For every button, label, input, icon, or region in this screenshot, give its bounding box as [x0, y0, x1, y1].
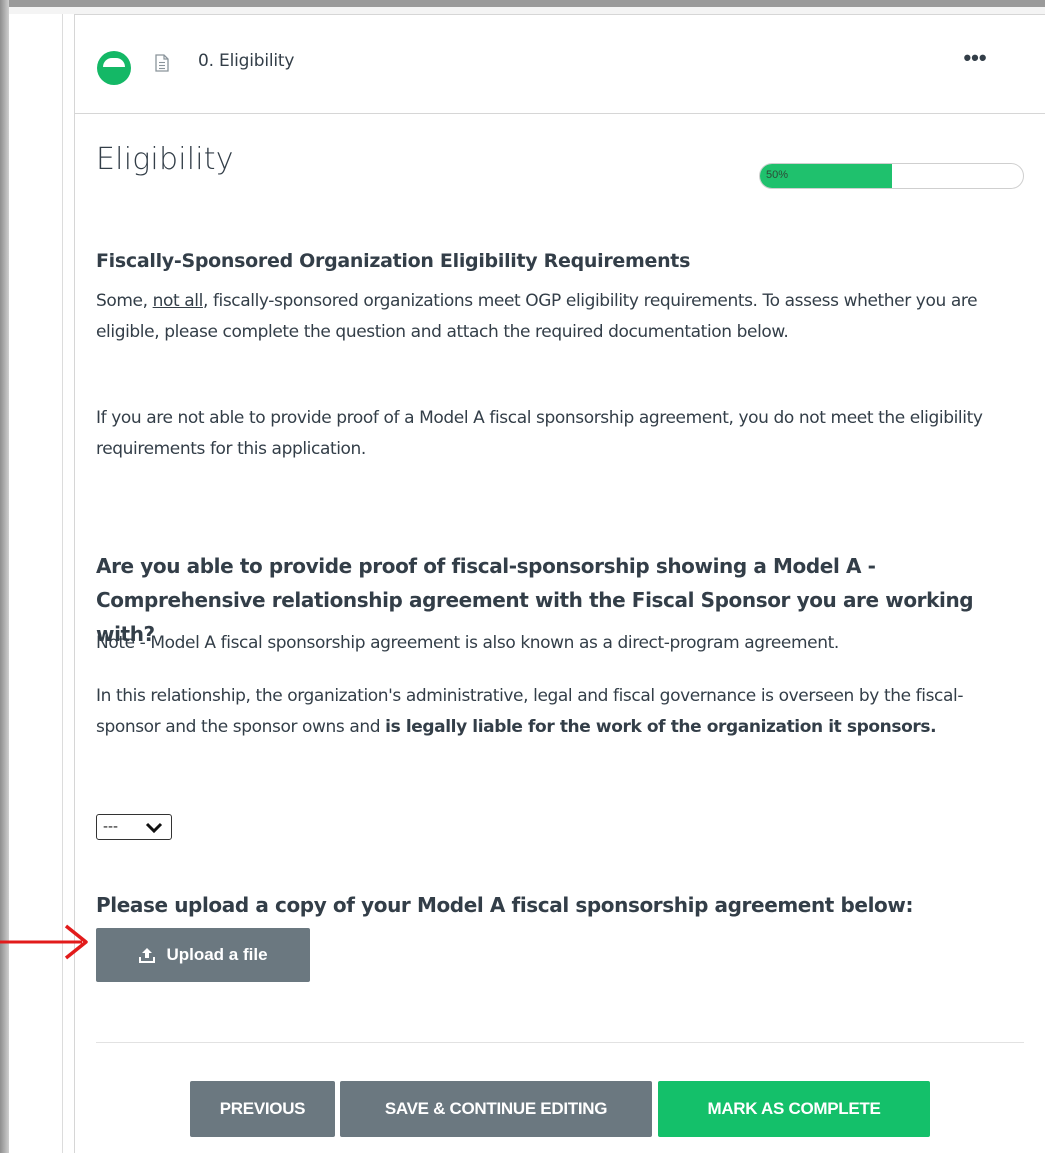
upload-file-button[interactable]: Upload a file [96, 928, 310, 982]
document-icon [155, 54, 169, 72]
upload-button-label: Upload a file [166, 945, 268, 964]
status-half-circle-icon [97, 51, 131, 85]
progress-label: 50% [766, 169, 789, 181]
upload-heading: Please upload a copy of your Model A fis… [96, 893, 914, 917]
select-value: --- [103, 818, 118, 835]
chevron-down-icon [145, 822, 163, 834]
section-header: 0. Eligibility ••• [75, 14, 1045, 114]
eligibility-select[interactable]: --- [96, 814, 172, 840]
intro-paragraph-2: If you are not able to provide proof of … [96, 408, 983, 459]
sidebar-divider [62, 14, 63, 1153]
progress-bar: 50% [759, 163, 1024, 189]
question-detail: In this relationship, the organization's… [96, 686, 964, 737]
page-title: Eligibility [96, 142, 234, 177]
window-frame-top [0, 0, 1045, 7]
upload-icon [139, 948, 156, 963]
not-all-emphasis: not all [152, 291, 204, 311]
window-frame-inner [9, 7, 1045, 14]
question-note: Note - Model A fiscal sponsorship agreem… [96, 633, 839, 653]
annotation-arrow-icon [0, 924, 88, 960]
intro-paragraph-1: Some, not all, fiscally-sponsored organi… [96, 291, 978, 342]
footer-divider [96, 1042, 1024, 1043]
section-name: 0. Eligibility [198, 51, 295, 71]
section-card: 0. Eligibility ••• Eligibility 50% Fisca… [74, 14, 1045, 1153]
save-continue-button[interactable]: SAVE & CONTINUE EDITING [340, 1081, 652, 1137]
mark-complete-button[interactable]: MARK AS COMPLETE [658, 1081, 930, 1137]
previous-button[interactable]: PREVIOUS [190, 1081, 335, 1137]
window-frame-left [0, 0, 9, 1153]
requirements-heading: Fiscally-Sponsored Organization Eligibil… [96, 250, 691, 272]
more-icon[interactable]: ••• [955, 47, 995, 74]
